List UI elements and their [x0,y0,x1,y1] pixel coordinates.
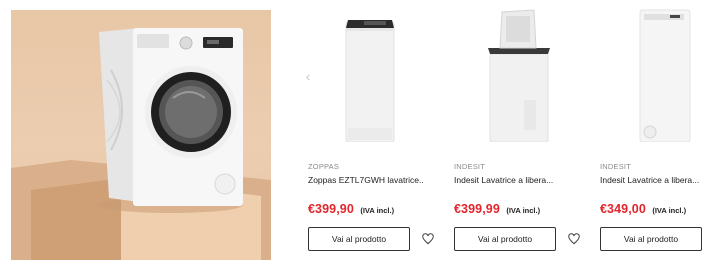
product-carousel-section: ‹ ZOPPAS Zoppas EZTL7GWH lavatrice... €3… [0,0,708,270]
view-product-button[interactable]: Vai al prodotto [600,227,702,251]
product-title[interactable]: Indesit Lavatrice a libera... [600,175,708,185]
vat-note: (IVA incl.) [506,206,541,215]
product-price: €399,90 [308,202,354,216]
vat-note: (IVA incl.) [652,206,687,215]
heart-icon[interactable] [421,232,435,246]
product-image-indesit-slim[interactable] [600,8,708,142]
product-brand: INDESIT [600,162,631,171]
product-price-row: €349,00 (IVA incl.) [600,200,686,218]
product-brand: ZOPPAS [308,162,340,171]
washing-machine-hero-image [11,28,271,260]
product-title[interactable]: Indesit Lavatrice a libera... [454,175,569,185]
product-title[interactable]: Zoppas EZTL7GWH lavatrice... [308,175,423,185]
product-price-row: €399,99 (IVA incl.) [454,200,540,218]
view-product-button[interactable]: Vai al prodotto [308,227,410,251]
product-card[interactable]: INDESIT Indesit Lavatrice a libera... €3… [454,0,580,270]
product-price: €349,00 [600,202,646,216]
view-product-button[interactable]: Vai al prodotto [454,227,556,251]
vat-note: (IVA incl.) [360,206,395,215]
hero-banner[interactable] [11,10,271,260]
product-price: €399,99 [454,202,500,216]
product-image-indesit-open-lid[interactable] [454,8,564,142]
product-card[interactable]: INDESIT Indesit Lavatrice a libera... €3… [600,0,708,270]
heart-icon[interactable] [567,232,581,246]
product-card[interactable]: ZOPPAS Zoppas EZTL7GWH lavatrice... €399… [308,0,434,270]
product-brand: INDESIT [454,162,485,171]
product-price-row: €399,90 (IVA incl.) [308,200,394,218]
product-image-zoppas-top-loader[interactable] [308,8,418,142]
